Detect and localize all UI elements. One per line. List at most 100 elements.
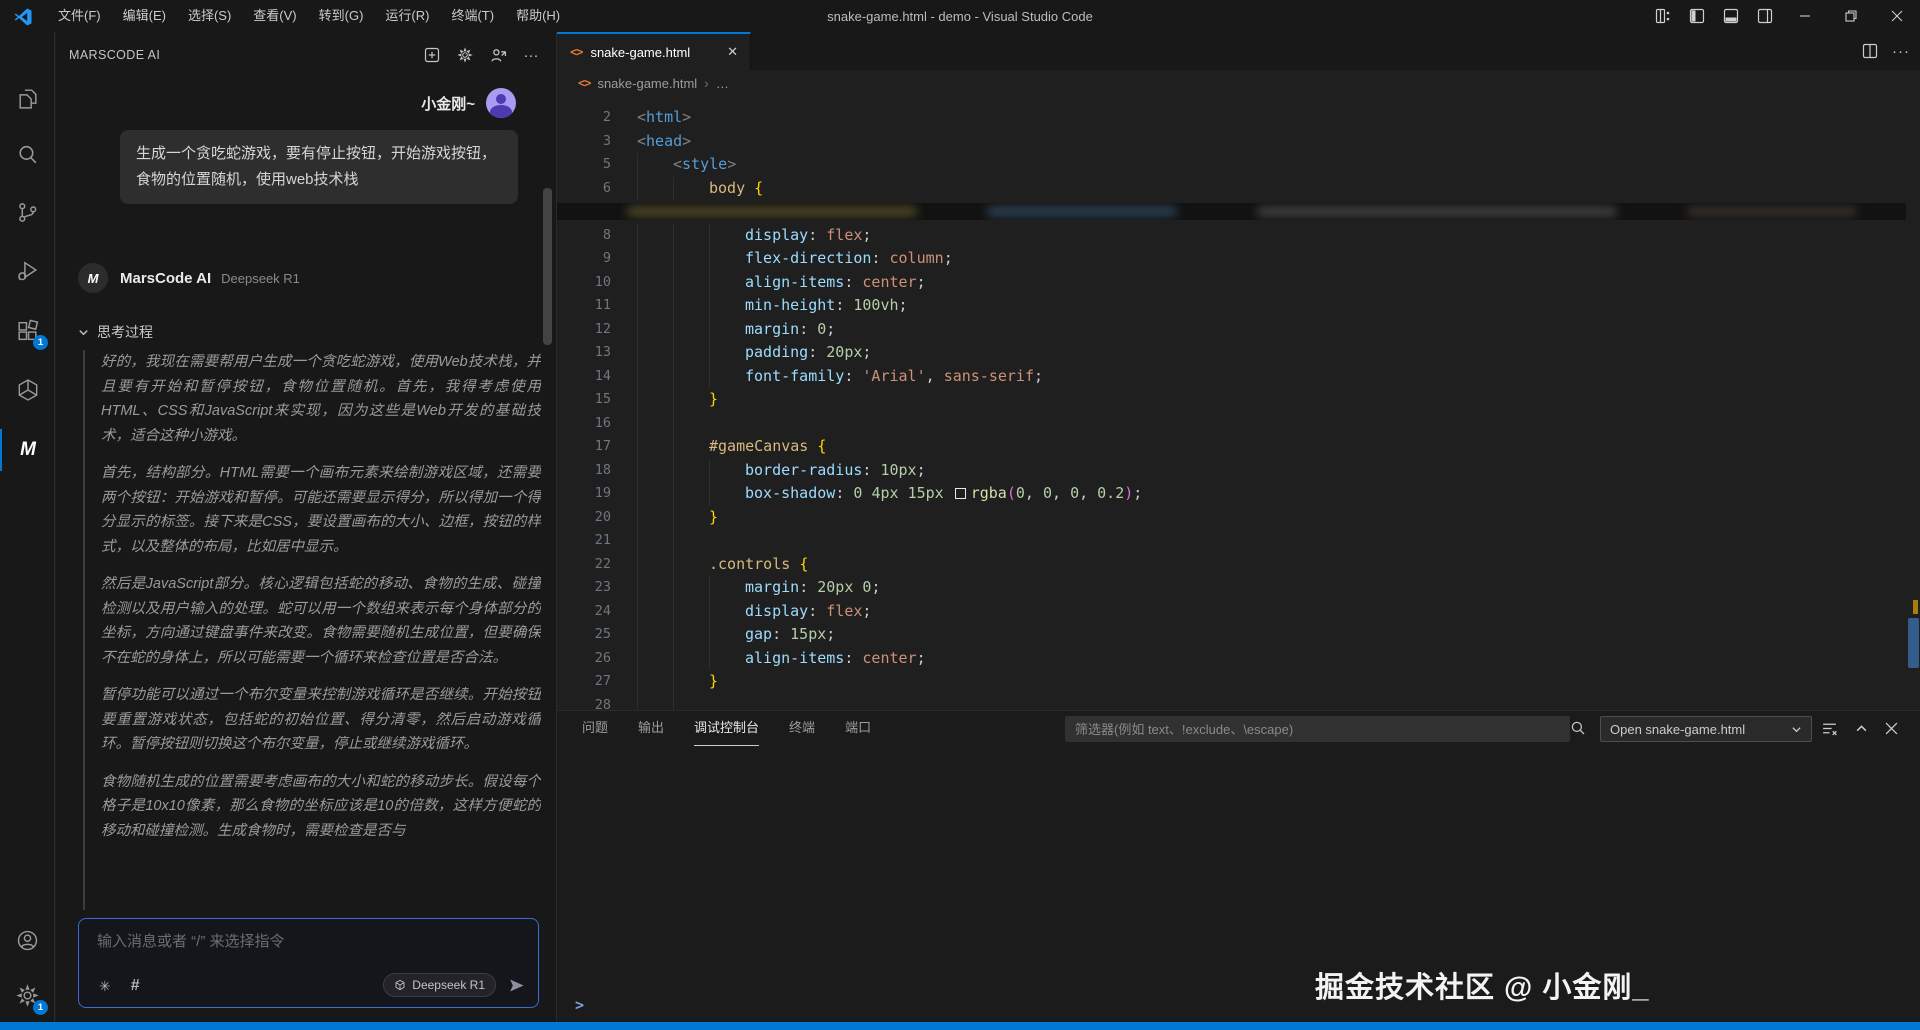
menu-item[interactable]: 转到(G): [308, 0, 375, 32]
code-line: 23margin: 20px 0;: [557, 576, 1920, 600]
editor-more-actions-icon[interactable]: ···: [1892, 43, 1910, 60]
clear-console-icon[interactable]: [1821, 720, 1838, 737]
sidebar-header: MARSCODE AI: [69, 42, 540, 68]
new-chat-icon[interactable]: [423, 46, 441, 64]
model-cube-icon: [394, 979, 406, 991]
editor-scrollbar[interactable]: [1906, 106, 1920, 710]
code-line: 16: [557, 412, 1920, 436]
code-line: 26align-items: center;: [557, 647, 1920, 671]
vscode-logo-icon: [13, 6, 33, 26]
tab-snake-game[interactable]: <> snake-game.html ✕: [557, 32, 751, 70]
split-editor-icon[interactable]: [1862, 43, 1878, 59]
code-line: 27}: [557, 670, 1920, 694]
account-icon[interactable]: [0, 916, 55, 964]
code-area: 2<html>3<head>5<style>6body {8display: f…: [557, 106, 1920, 710]
extensions-badge: 1: [33, 335, 48, 350]
code-line: 22.controls {: [557, 553, 1920, 577]
code-line: 6body {: [557, 177, 1920, 201]
panel-tab-bar: 问题输出调试控制台终端端口: [582, 711, 871, 746]
send-message-icon[interactable]: [506, 975, 526, 995]
menu-bar: 文件(F)编辑(E)选择(S)查看(V)转到(G)运行(R)终端(T)帮助(H): [47, 0, 571, 32]
toggle-sidebar-icon[interactable]: [1680, 0, 1714, 32]
code-line: 18border-radius: 10px;: [557, 459, 1920, 483]
code-line: 8display: flex;: [557, 224, 1920, 248]
chat-input-field[interactable]: [97, 933, 477, 950]
user-message-header: 小金刚~: [421, 88, 516, 118]
thinking-toggle[interactable]: 思考过程: [78, 322, 153, 342]
sidebar-scrollbar[interactable]: [543, 188, 552, 345]
thinking-paragraph: 食物随机生成的位置需要考虑画布的大小和蛇的移动步长。假设每个格子是10x10像素…: [101, 770, 541, 844]
editor-tab-bar: <> snake-game.html ✕ ···: [557, 32, 1920, 70]
breadcrumb-file[interactable]: snake-game.html: [597, 76, 697, 91]
restore-button[interactable]: [1828, 0, 1874, 32]
breadcrumb-separator: ›: [704, 75, 709, 91]
customize-layout-icon[interactable]: [1646, 0, 1680, 32]
panel-tab[interactable]: 输出: [638, 711, 664, 746]
breadcrumb: <> snake-game.html › …: [557, 70, 1920, 96]
code-line: 15}: [557, 388, 1920, 412]
settings-badge: 1: [33, 1000, 48, 1015]
menu-item[interactable]: 帮助(H): [505, 0, 571, 32]
debug-filter-input[interactable]: [1065, 716, 1570, 742]
code-line: 28: [557, 694, 1920, 711]
chat-settings-gear-icon[interactable]: [456, 46, 474, 64]
code-line: 9flex-direction: column;: [557, 247, 1920, 271]
model-selector-pill[interactable]: Deepseek R1: [383, 973, 496, 997]
code-line: 12margin: 0;: [557, 318, 1920, 342]
panel-tab[interactable]: 终端: [789, 711, 815, 746]
marscode-avatar-icon: M: [78, 263, 108, 293]
menu-item[interactable]: 查看(V): [242, 0, 307, 32]
toggle-secondary-sidebar-icon[interactable]: [1748, 0, 1782, 32]
tab-label: snake-game.html: [590, 45, 725, 60]
dropdown-chevron-icon: [1791, 724, 1802, 735]
run-debug-icon[interactable]: [0, 246, 55, 294]
context-hash-icon[interactable]: #: [131, 977, 140, 995]
ai-name: MarsCode AI: [120, 270, 211, 287]
panel-tab[interactable]: 问题: [582, 711, 608, 746]
menu-item[interactable]: 文件(F): [47, 0, 112, 32]
sidebar-title: MARSCODE AI: [69, 48, 423, 62]
source-control-icon[interactable]: [0, 188, 55, 236]
more-actions-icon[interactable]: ···: [522, 46, 540, 64]
user-avatar: [486, 88, 516, 118]
minimize-button[interactable]: [1782, 0, 1828, 32]
search-icon[interactable]: [0, 130, 55, 178]
menu-item[interactable]: 选择(S): [177, 0, 242, 32]
extensions-icon[interactable]: 1: [0, 306, 55, 354]
panel-maximize-chevron-icon[interactable]: [1855, 722, 1868, 735]
code-line: 13padding: 20px;: [557, 341, 1920, 365]
menu-item[interactable]: 终端(T): [440, 0, 505, 32]
tab-close-icon[interactable]: ✕: [725, 42, 740, 62]
explorer-icon[interactable]: [0, 74, 55, 122]
console-target-dropdown[interactable]: Open snake-game.html: [1600, 716, 1812, 742]
chat-input-box[interactable]: ✳ # Deepseek R1: [78, 918, 539, 1008]
code-line: 20}: [557, 506, 1920, 530]
menu-item[interactable]: 运行(R): [374, 0, 440, 32]
share-profile-icon[interactable]: [489, 46, 507, 64]
status-bar: [0, 1022, 1920, 1030]
extension-hex-icon[interactable]: [0, 366, 55, 414]
marscode-ai-icon[interactable]: M: [0, 426, 55, 474]
code-line: 3<head>: [557, 130, 1920, 154]
debug-filter-box[interactable]: [1065, 716, 1570, 742]
panel-tab[interactable]: 调试控制台: [694, 711, 759, 746]
code-line: 11min-height: 100vh;: [557, 294, 1920, 318]
panel-tab[interactable]: 端口: [845, 711, 871, 746]
toggle-panel-icon[interactable]: [1714, 0, 1748, 32]
chevron-down-icon: [78, 327, 89, 338]
ai-message-header: M MarsCode AI Deepseek R1: [78, 263, 300, 293]
debug-console-prompt[interactable]: >: [575, 996, 584, 1014]
window-title: snake-game.html - demo - Visual Studio C…: [827, 9, 1093, 24]
breadcrumb-ellipsis[interactable]: …: [716, 76, 729, 91]
code-line: 19box-shadow: 0 4px 15px rgba(0, 0, 0, 0…: [557, 482, 1920, 506]
settings-gear-icon[interactable]: 1: [0, 971, 55, 1019]
commands-spark-icon[interactable]: ✳: [99, 978, 111, 995]
close-window-button[interactable]: [1874, 0, 1920, 32]
scrollbar-mark-blue: [1908, 618, 1919, 668]
menu-item[interactable]: 编辑(E): [112, 0, 177, 32]
thinking-paragraph: 好的，我现在需要帮用户生成一个贪吃蛇游戏，使用Web技术栈，并且要有开始和暂停按…: [101, 350, 541, 448]
filter-search-icon: [1569, 719, 1587, 737]
code-line: 10align-items: center;: [557, 271, 1920, 295]
user-message-bubble: 生成一个贪吃蛇游戏，要有停止按钮，开始游戏按钮，食物的位置随机，使用web技术栈: [120, 130, 518, 204]
panel-close-icon[interactable]: [1885, 722, 1898, 735]
